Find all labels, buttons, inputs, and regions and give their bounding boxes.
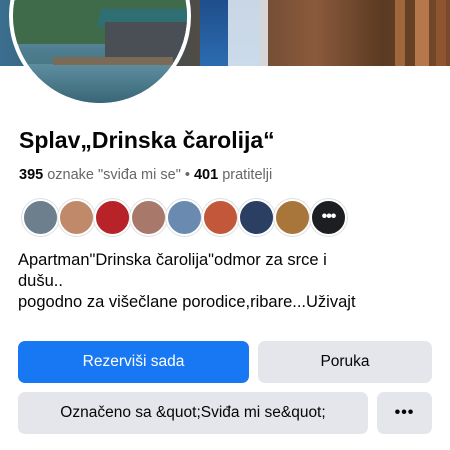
book-now-button[interactable]: Rezerviši sada	[18, 341, 249, 383]
friend-avatar[interactable]	[274, 199, 311, 236]
friend-avatar[interactable]	[166, 199, 203, 236]
liked-button[interactable]: Označeno sa &quot;Sviđa mi se&quot;	[18, 392, 368, 434]
cover-segment	[436, 0, 446, 66]
profile-picture-image	[13, 0, 187, 103]
page-bio: Apartman"Drinska čarolija"odmor za srce …	[18, 250, 438, 313]
bio-line: Apartman"Drinska čarolija"odmor za srce …	[18, 251, 327, 269]
page-stats: 395 oznake "sviđa mi se" • 401 pratitelj…	[19, 167, 272, 183]
friend-avatar[interactable]	[94, 199, 131, 236]
more-friends-button[interactable]: •••	[310, 199, 347, 236]
bio-line: dušu..	[18, 272, 63, 290]
cover-segment	[395, 0, 405, 66]
deck-shape	[53, 57, 173, 65]
likes-count[interactable]: 395	[19, 167, 43, 183]
stats-separator: •	[184, 167, 190, 183]
cover-segment	[228, 0, 268, 66]
profile-picture[interactable]	[9, 0, 191, 107]
likes-label[interactable]: oznake "sviđa mi se"	[47, 167, 181, 183]
water-shape	[13, 64, 187, 103]
page-title: Splav„Drinska čarolija“	[19, 127, 275, 153]
followers-label[interactable]: pratitelji	[222, 167, 272, 183]
friend-avatar[interactable]	[202, 199, 239, 236]
friend-avatar[interactable]	[130, 199, 167, 236]
friend-avatar[interactable]	[58, 199, 95, 236]
bio-line: pogodno za višečlane porodice,ribare...U…	[18, 293, 356, 311]
cover-segment	[415, 0, 429, 66]
followers-count[interactable]: 401	[194, 167, 218, 183]
friend-avatar[interactable]	[22, 199, 59, 236]
more-options-button[interactable]: •••	[377, 392, 432, 434]
friend-avatar[interactable]	[238, 199, 275, 236]
message-button[interactable]: Poruka	[258, 341, 432, 383]
